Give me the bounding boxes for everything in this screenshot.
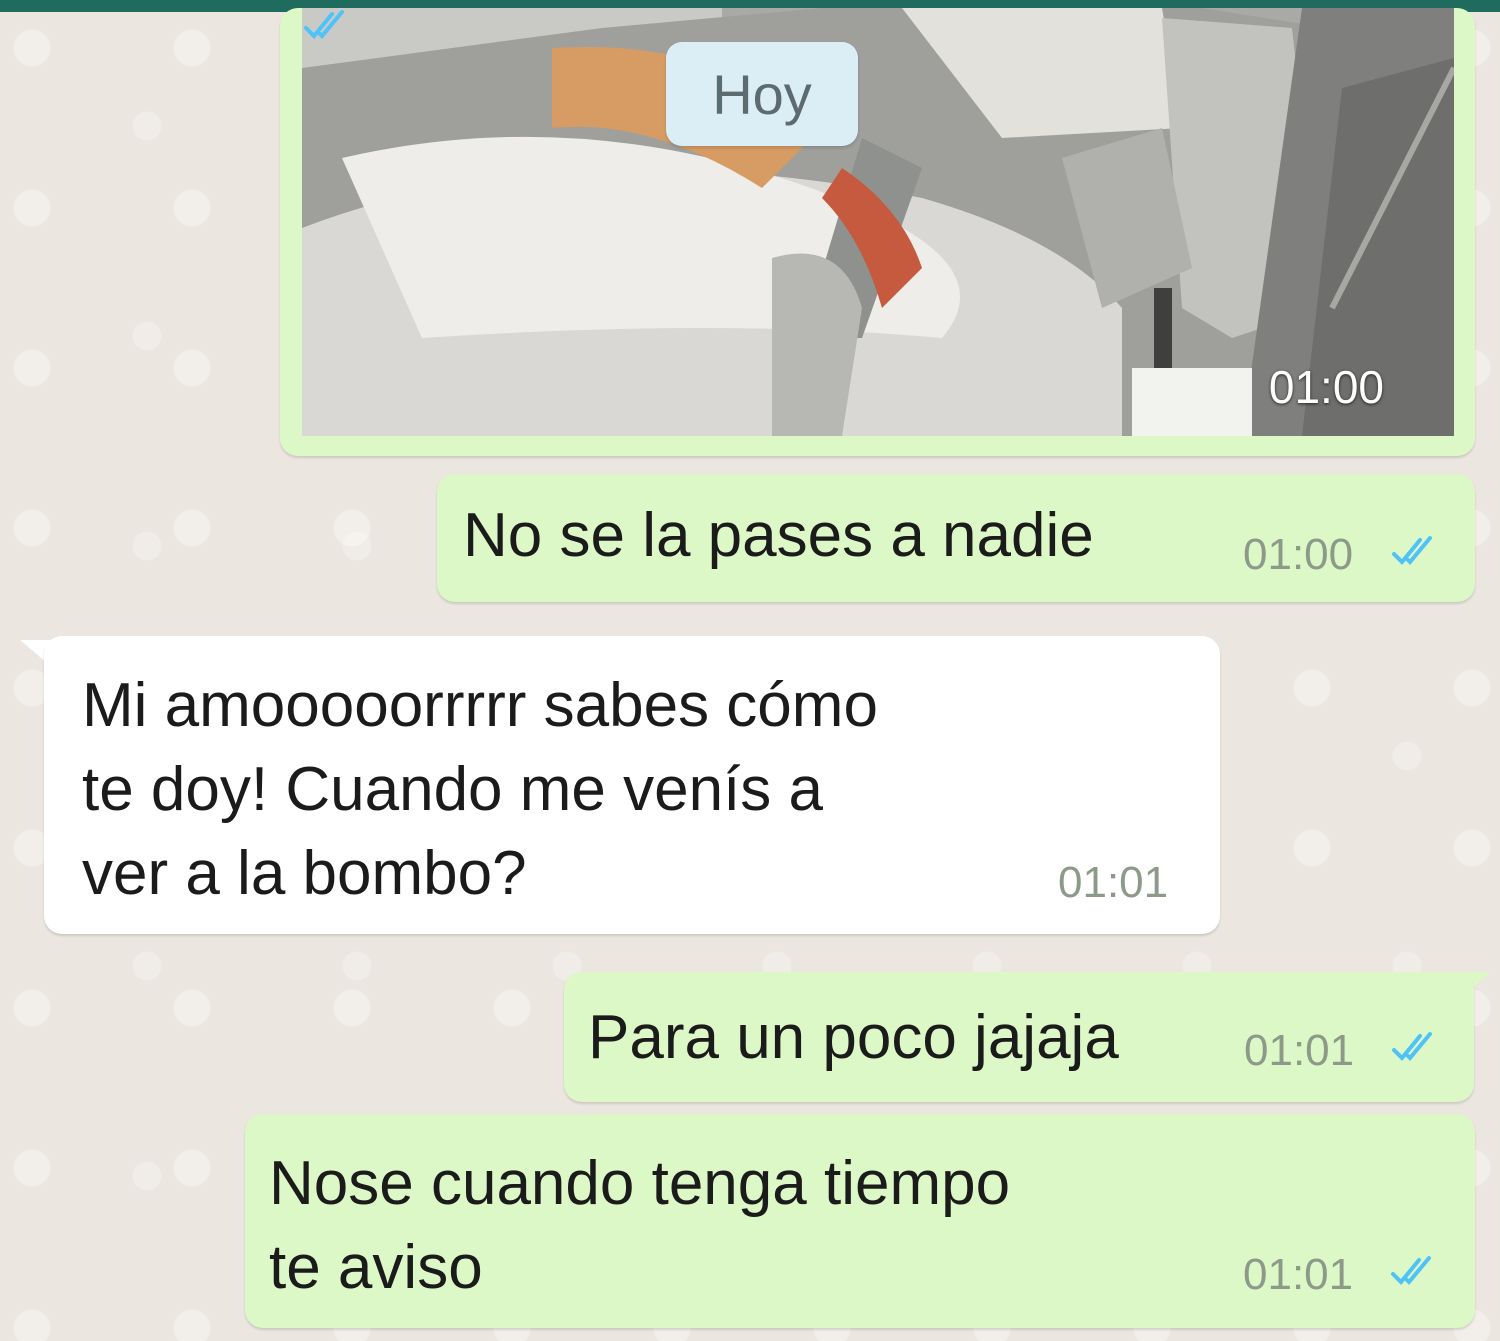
message-text: Para un poco jajaja [588, 1003, 1119, 1072]
double-check-icon [304, 10, 344, 39]
message-text: Mi amooooorrrrr sabes cómo te doy! Cuand… [82, 671, 878, 908]
double-check-icon [1391, 1256, 1431, 1285]
image-message-bubble[interactable]: 01:00 [280, 8, 1475, 456]
shared-photo[interactable]: 01:00 [302, 8, 1454, 436]
message-time: 01:01 [1244, 1026, 1355, 1075]
message-time: 01:00 [1243, 530, 1354, 579]
double-check-icon [1392, 536, 1432, 565]
double-check-icon [1392, 1032, 1432, 1061]
date-separator: Hoy [666, 42, 858, 146]
message-time: 01:01 [1243, 1250, 1354, 1299]
outgoing-message-bubble[interactable]: No se la pases a nadie 01:00 [437, 474, 1475, 602]
message-text: No se la pases a nadie [463, 501, 1094, 570]
outgoing-message-bubble[interactable]: Nose cuando tenga tiempo te aviso 01:01 [245, 1114, 1475, 1328]
incoming-message-bubble[interactable]: Mi amooooorrrrr sabes cómo te doy! Cuand… [44, 636, 1220, 934]
image-message-time: 01:00 [1268, 361, 1384, 413]
message-time: 01:01 [1058, 858, 1169, 907]
outgoing-message-bubble[interactable]: Para un poco jajaja 01:01 [564, 972, 1474, 1102]
message-text: Nose cuando tenga tiempo te aviso [269, 1149, 1011, 1302]
